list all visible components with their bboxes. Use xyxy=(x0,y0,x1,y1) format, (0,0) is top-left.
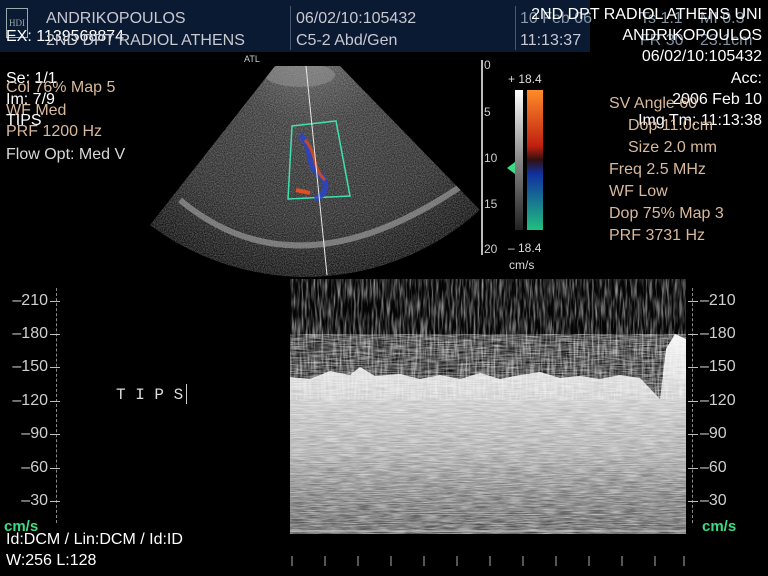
left-scale-axis xyxy=(56,288,58,523)
color-bar-bottom: – 18.4 xyxy=(508,241,542,255)
depth-tick-10: 10 xyxy=(484,151,498,165)
probe-label: ATL xyxy=(244,54,260,64)
footer-line2: W:256 L:128 xyxy=(6,552,97,569)
spectral-doppler-trace xyxy=(290,279,686,534)
right-scale-120: –120 xyxy=(700,392,736,409)
baseline-marker-icon xyxy=(507,162,515,174)
left-scale-90: –90 xyxy=(21,425,48,442)
depth-tick-5: 5 xyxy=(484,105,491,119)
color-bar-gray xyxy=(515,90,523,230)
right-scale-180: –180 xyxy=(700,325,736,342)
right-scale-90: –90 xyxy=(700,425,727,442)
color-bar-unit: cm/s xyxy=(509,258,535,272)
right-scale-150: –150 xyxy=(700,358,736,375)
time-axis-ticks xyxy=(291,556,685,566)
right-scale-unit: cm/s xyxy=(702,518,737,535)
depth-tick-0: 0 xyxy=(484,58,491,72)
color-bar-velocity xyxy=(527,90,543,230)
left-scale-60: –60 xyxy=(21,459,48,476)
right-scale-axis xyxy=(692,288,694,523)
text-cursor xyxy=(186,384,187,404)
color-bar-top: + 18.4 xyxy=(508,72,542,86)
left-scale-120: –120 xyxy=(12,392,48,409)
left-scale-210: –210 xyxy=(12,292,48,309)
tips-annotation: T I P S xyxy=(116,386,184,404)
footer-line1: Id:DCM / Lin:DCM / Id:ID xyxy=(6,531,183,548)
left-scale-30: –30 xyxy=(21,492,48,509)
left-scale-180: –180 xyxy=(12,325,48,342)
depth-tick-20: 20 xyxy=(484,242,498,256)
right-scale-60: –60 xyxy=(700,459,727,476)
left-scale-150: –150 xyxy=(12,358,48,375)
right-scale-210: –210 xyxy=(700,292,736,309)
right-scale-30: –30 xyxy=(700,492,727,509)
depth-tick-15: 15 xyxy=(484,197,498,211)
ultrasound-sector-image xyxy=(150,65,480,277)
depth-scale-line xyxy=(481,60,483,255)
